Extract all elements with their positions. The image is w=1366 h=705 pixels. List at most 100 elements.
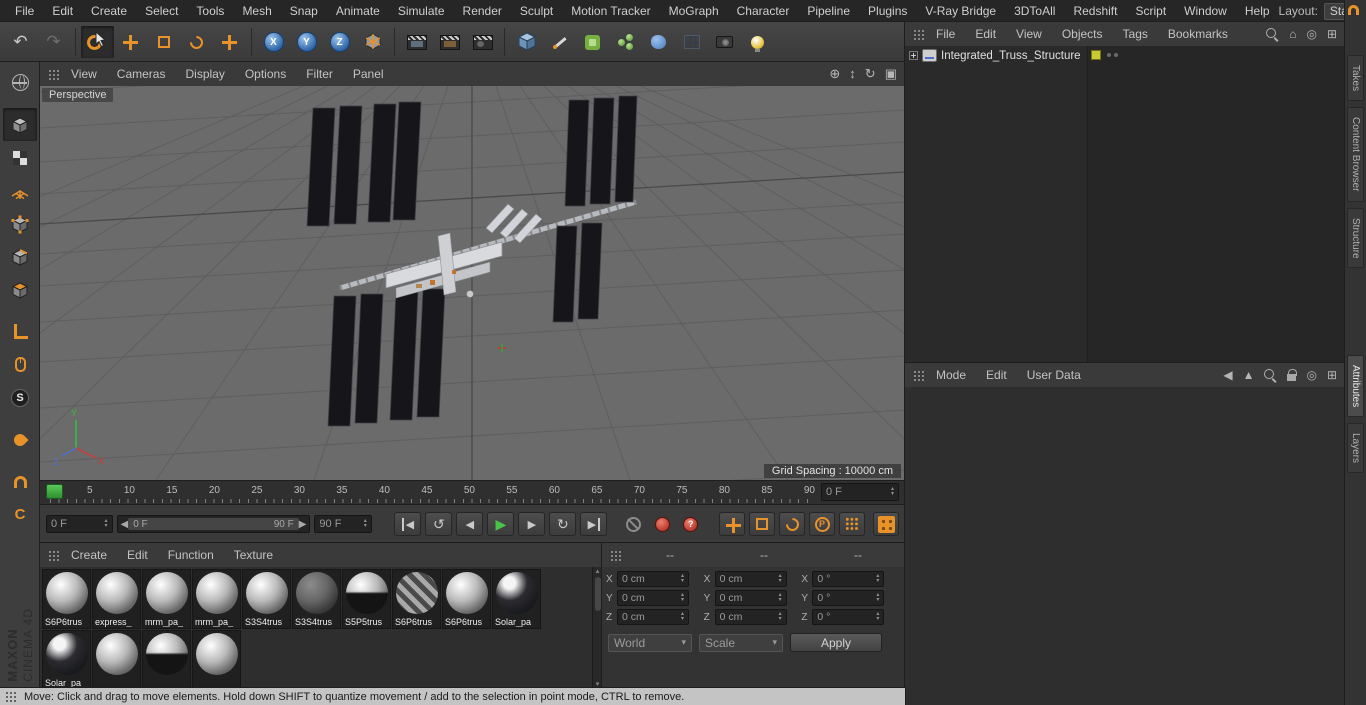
record-rotation-toggle[interactable]: [779, 512, 806, 536]
pen-tool[interactable]: [543, 26, 576, 58]
expand-toggle-icon[interactable]: [909, 51, 918, 60]
material-item[interactable]: mrm_pa_: [142, 569, 191, 629]
viewport-menu-item[interactable]: View: [61, 67, 107, 81]
snap-settings-button[interactable]: S: [3, 381, 37, 414]
menubar-item[interactable]: Render: [454, 4, 511, 18]
side-tab[interactable]: Takes: [1347, 55, 1364, 102]
add-cube-button[interactable]: [510, 26, 543, 58]
range-right-arrow-icon[interactable]: ▶: [299, 519, 307, 530]
menubar-item[interactable]: Character: [728, 4, 799, 18]
prev-key-button[interactable]: ↺: [425, 512, 453, 536]
object-menu-item[interactable]: Edit: [965, 27, 1006, 41]
workplane-mode-button[interactable]: [3, 174, 37, 207]
zoom-view-icon[interactable]: ↕: [849, 66, 856, 82]
material-item[interactable]: S3S4trus: [242, 569, 291, 629]
next-frame-button[interactable]: ▶: [518, 512, 546, 536]
object-menu-item[interactable]: View: [1006, 27, 1052, 41]
points-mode-button[interactable]: [3, 207, 37, 240]
record-position-toggle[interactable]: [719, 512, 746, 536]
next-key-button[interactable]: ↻: [549, 512, 577, 536]
record-scale-toggle[interactable]: [749, 512, 776, 536]
menubar-item[interactable]: Create: [82, 4, 136, 18]
stepper-icon[interactable]: ▴ ▾: [876, 611, 879, 622]
stepper-icon[interactable]: ▴ ▾: [681, 573, 684, 584]
side-tab[interactable]: Layers: [1347, 423, 1364, 474]
position-field[interactable]: 0 cm ▴ ▾: [617, 571, 689, 587]
stepper-icon[interactable]: ▴ ▾: [891, 486, 894, 497]
drag-handle-icon[interactable]: [913, 369, 924, 381]
render-to-picture-viewer-button[interactable]: [433, 26, 466, 58]
rotation-field[interactable]: 0 ° ▴ ▾: [812, 571, 885, 587]
coordinate-column-header[interactable]: --: [623, 548, 717, 562]
redo-button[interactable]: ↷: [37, 26, 70, 58]
size-field[interactable]: 0 cm ▴ ▾: [714, 609, 787, 625]
keyframe-selection-dropdown[interactable]: [873, 512, 900, 536]
menubar-item[interactable]: 3DToAll: [1005, 4, 1064, 18]
material-menu-item[interactable]: Function: [158, 548, 224, 562]
material-item[interactable]: S5P5trus: [342, 569, 391, 629]
scroll-down-icon[interactable]: ▾: [596, 680, 600, 688]
material-menu-item[interactable]: Edit: [117, 548, 158, 562]
history-back-icon[interactable]: ◀: [1223, 368, 1232, 382]
side-tab[interactable]: Content Browser: [1347, 107, 1364, 202]
material-item[interactable]: S3S4trus: [292, 569, 341, 629]
viewport-menu-item[interactable]: Options: [235, 67, 296, 81]
render-view-button[interactable]: [400, 26, 433, 58]
scroll-up-icon[interactable]: ▴: [596, 567, 600, 575]
side-tab[interactable]: Structure: [1347, 207, 1364, 269]
menubar-item[interactable]: V-Ray Bridge: [916, 4, 1005, 18]
menubar-item[interactable]: Help: [1236, 4, 1279, 18]
last-used-tool[interactable]: [213, 26, 246, 58]
coordinate-column-header[interactable]: --: [717, 548, 811, 562]
timeline-ruler[interactable]: 051015202530354045505560657075808590 0 F…: [39, 480, 906, 506]
polygons-mode-button[interactable]: [3, 273, 37, 306]
object-menu-item[interactable]: Tags: [1113, 27, 1158, 41]
range-bar[interactable]: 0 F 90 F: [128, 518, 299, 530]
drag-handle-icon[interactable]: [610, 549, 621, 561]
search-icon[interactable]: [1264, 368, 1277, 382]
record-pla-toggle[interactable]: [839, 512, 866, 536]
position-field[interactable]: 0 cm ▴ ▾: [617, 590, 689, 606]
menubar-item[interactable]: Window: [1175, 4, 1236, 18]
customize-commands-button[interactable]: C: [3, 498, 37, 531]
enable-axis-button[interactable]: [3, 315, 37, 348]
drag-handle-icon[interactable]: [913, 28, 924, 40]
z-axis-lock[interactable]: Z: [323, 26, 356, 58]
stepper-icon[interactable]: ▴ ▾: [779, 573, 782, 584]
magnet-icon[interactable]: [1348, 5, 1359, 15]
model-mode-button[interactable]: [3, 108, 37, 141]
material-scrollbar[interactable]: ▴ ▾: [592, 567, 602, 688]
play-button[interactable]: ▶: [487, 512, 515, 536]
panel-grid-icon[interactable]: ⊞: [1327, 27, 1337, 41]
paint-setup-button[interactable]: [3, 423, 37, 456]
pan-view-icon[interactable]: ⊕: [829, 66, 840, 82]
menubar-item[interactable]: Animate: [327, 4, 389, 18]
object-menu-item[interactable]: Bookmarks: [1158, 27, 1238, 41]
range-left-arrow-icon[interactable]: ◀: [121, 519, 129, 530]
viewport-solo-button[interactable]: [3, 348, 37, 381]
visibility-dot-render[interactable]: [1114, 53, 1118, 57]
menubar-item[interactable]: Simulate: [389, 4, 454, 18]
camera-button[interactable]: [708, 26, 741, 58]
stepper-icon[interactable]: ▴ ▾: [104, 518, 107, 529]
mograph-cloner-button[interactable]: [609, 26, 642, 58]
keyframe-help-button[interactable]: ?: [683, 516, 699, 532]
scrollbar-thumb[interactable]: [594, 577, 601, 611]
menubar-item[interactable]: Pipeline: [798, 4, 859, 18]
layer-color-chip[interactable]: [1091, 50, 1101, 60]
live-selection-tool[interactable]: [81, 26, 114, 58]
playhead-marker[interactable]: [46, 484, 63, 499]
light-button[interactable]: [741, 26, 774, 58]
current-frame-field[interactable]: 0 F ▴ ▾: [821, 483, 899, 501]
material-item[interactable]: S6P6trus: [392, 569, 441, 629]
object-row[interactable]: Integrated_Truss_Structure: [905, 46, 1345, 65]
size-field[interactable]: 0 cm ▴ ▾: [714, 571, 787, 587]
record-disabled-toggle[interactable]: [626, 516, 642, 532]
attribute-menu-item[interactable]: User Data: [1017, 368, 1091, 382]
material-menu-item[interactable]: Create: [61, 548, 117, 562]
panel-grid-icon[interactable]: ⊞: [1327, 368, 1337, 382]
target-icon[interactable]: ◎: [1306, 368, 1316, 382]
rotate-view-icon[interactable]: ↻: [865, 66, 876, 82]
menubar-item[interactable]: Select: [136, 4, 187, 18]
menubar-item[interactable]: Motion Tracker: [562, 4, 659, 18]
